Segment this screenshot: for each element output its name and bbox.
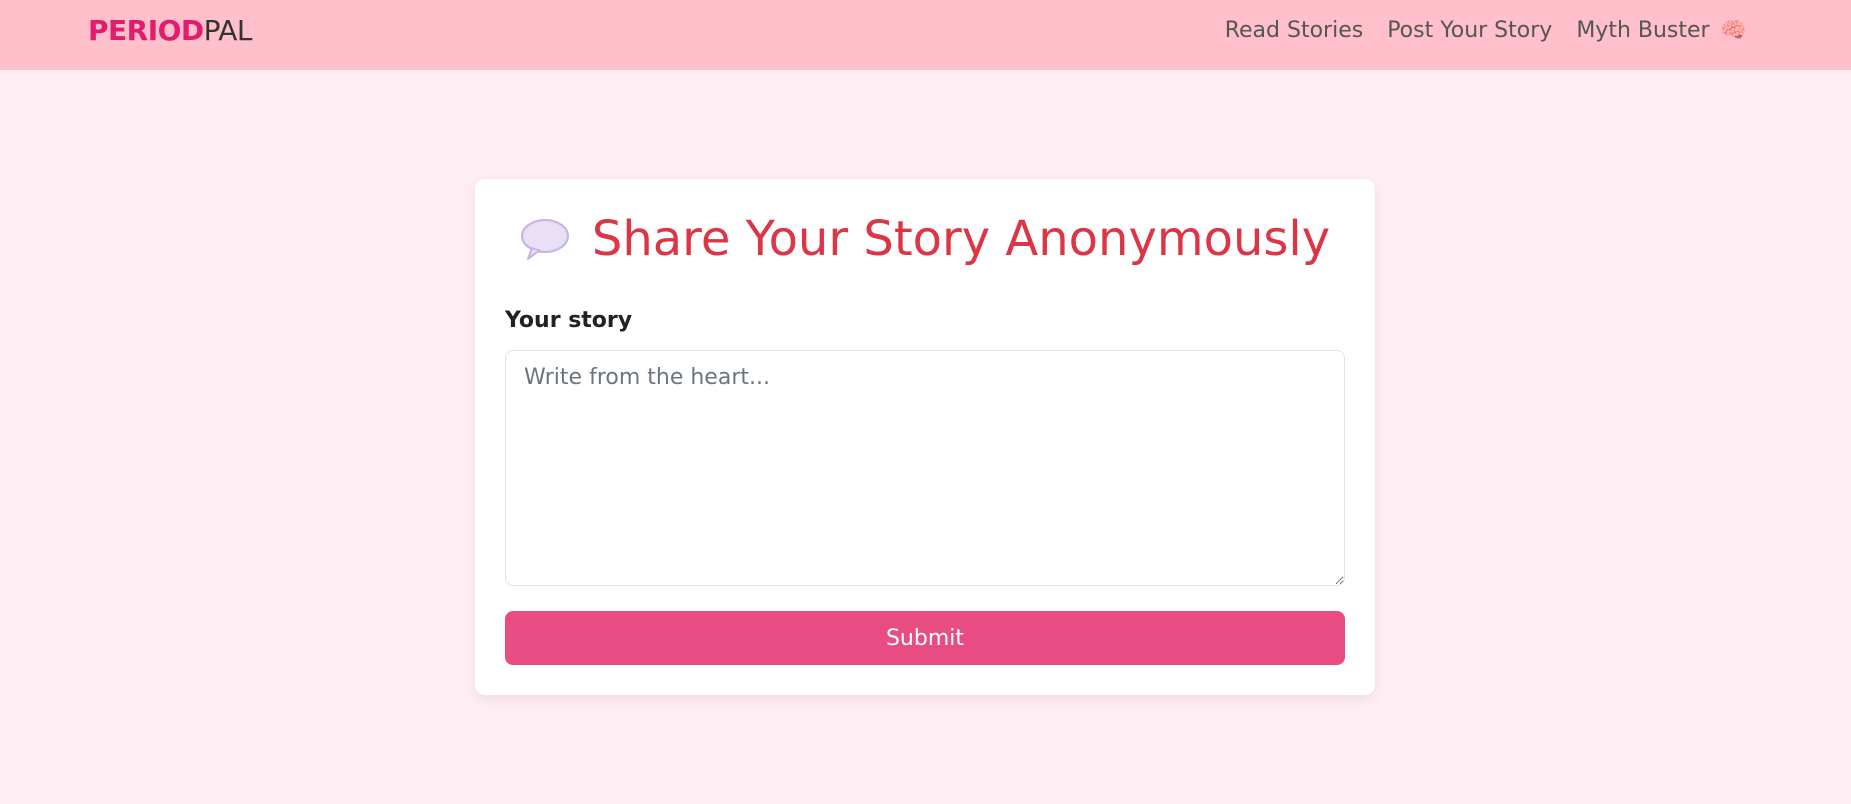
story-label: Your story: [505, 308, 633, 333]
nav-post-label: Post Your Story: [1387, 18, 1553, 43]
speech-bubble-icon: [520, 217, 570, 261]
submit-button[interactable]: Submit: [505, 611, 1345, 665]
nav-myth-label: Myth Buster: [1576, 18, 1710, 43]
nav-links: Read Stories Post Your Story Myth Buster…: [1225, 16, 1747, 46]
nav-myth-buster[interactable]: Myth Buster 🧠: [1576, 16, 1747, 46]
brand-part-2: PAL: [203, 14, 253, 47]
title-text: Share Your Story Anonymously: [591, 211, 1331, 267]
navbar: PERIODPAL Read Stories Post Your Story M…: [0, 0, 1851, 70]
story-textarea[interactable]: [505, 350, 1345, 586]
brain-icon: 🧠: [1719, 18, 1747, 43]
nav-read-label: Read Stories: [1224, 18, 1364, 43]
brand-part-1: PERIOD: [88, 14, 204, 47]
nav-read-stories[interactable]: Read Stories: [1225, 16, 1363, 46]
brand-logo[interactable]: PERIODPAL: [88, 14, 253, 48]
nav-post-story[interactable]: Post Your Story: [1387, 16, 1552, 46]
page-title: Share Your Story Anonymously: [475, 209, 1375, 269]
story-form-card: Share Your Story Anonymously Your story …: [475, 179, 1375, 695]
